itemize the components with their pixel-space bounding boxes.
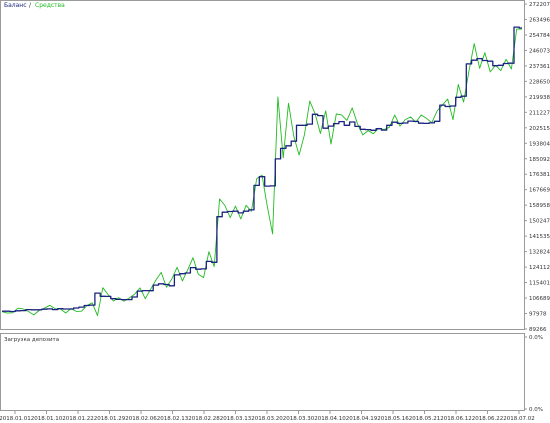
y-tick-label: 272207 xyxy=(529,2,550,8)
legend-balance: Баланс xyxy=(4,2,27,9)
y-tick-label: 254784 xyxy=(529,33,550,39)
y-tick-label: 158958 xyxy=(529,203,550,209)
deposit-y-tick-label: 0.0% xyxy=(529,335,543,341)
x-tick-label: 2018.05.21 xyxy=(409,416,441,422)
x-tick-label: 2018.05.16 xyxy=(377,416,409,422)
deposit-load-title: Загрузка депозита xyxy=(4,337,59,343)
y-tick-label: 150247 xyxy=(529,219,550,225)
y-tick-label: 202515 xyxy=(529,126,550,132)
y-tick-label: 237361 xyxy=(529,64,550,70)
deposit-load-y-axis: 0.0% 0.0% xyxy=(524,335,543,413)
y-tick-label: 115401 xyxy=(529,281,550,287)
main-y-axis: 272207 263496 254784 246073 237361 228650 2199… xyxy=(524,2,550,333)
y-tick-label: 167669 xyxy=(529,188,550,194)
y-tick-label: 132824 xyxy=(529,250,550,256)
deposit-load-frame xyxy=(0,333,525,411)
x-tick-label: 2018.03.13 xyxy=(220,416,252,422)
trading-report-chart: 272207 263496 254784 246073 237361 228650 2199… xyxy=(0,0,550,422)
y-tick-label: 141535 xyxy=(529,234,550,240)
x-tick-label: 2018.04.10 xyxy=(314,416,346,422)
x-tick-label: 2018.03.30 xyxy=(283,416,315,422)
x-axis: 2018.01.01 2018.01.10 2018.01.22 2018.01.29… xyxy=(0,411,535,422)
x-tick-label: 2018.04.19 xyxy=(346,416,378,422)
y-tick-label: 89266 xyxy=(529,327,547,333)
x-tick-label: 2018.01.29 xyxy=(94,416,126,422)
x-tick-label: 2018.01.10 xyxy=(31,416,63,422)
y-tick-label: 176381 xyxy=(529,172,550,178)
x-tick-label: 2018.03.20 xyxy=(251,416,283,422)
y-tick-label: 106689 xyxy=(529,296,550,302)
x-tick-label: 2018.02.28 xyxy=(188,416,220,422)
y-tick-label: 219938 xyxy=(529,95,550,101)
x-tick-label: 2018.06.22 xyxy=(472,416,504,422)
x-tick-label: 2018.07.02 xyxy=(503,416,535,422)
x-tick-label: 2018.06.12 xyxy=(440,416,472,422)
y-tick-label: 185092 xyxy=(529,157,550,163)
deposit-y-tick-label: 0.0% xyxy=(529,407,543,413)
main-chart-frame xyxy=(0,0,525,330)
legend: Баланс / Средства xyxy=(4,2,65,9)
y-tick-label: 211227 xyxy=(529,110,550,116)
y-tick-label: 97978 xyxy=(529,312,547,318)
main-chart-panel: 272207 263496 254784 246073 237361 228650 2199… xyxy=(0,0,550,333)
legend-equity: Средства xyxy=(35,2,65,9)
y-tick-label: 246073 xyxy=(529,48,550,54)
x-tick-label: 2018.02.06 xyxy=(125,416,157,422)
x-tick-label: 2018.02.13 xyxy=(157,416,189,422)
deposit-load-panel: Загрузка депозита 0.0% 0.0% xyxy=(0,333,543,413)
y-tick-label: 124112 xyxy=(529,265,550,271)
y-tick-label: 193804 xyxy=(529,141,550,147)
y-tick-label: 263496 xyxy=(529,17,550,23)
x-tick-label: 2018.01.01 xyxy=(0,416,31,422)
y-tick-label: 228650 xyxy=(529,79,550,85)
x-tick-label: 2018.01.22 xyxy=(62,416,94,422)
